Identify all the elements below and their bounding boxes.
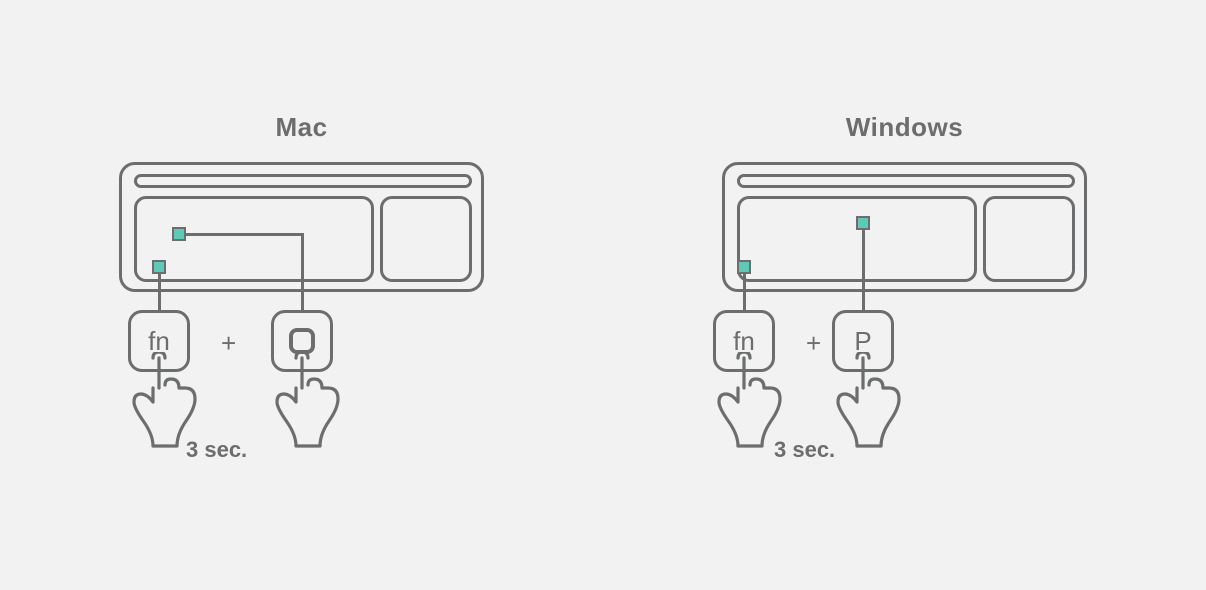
keyboard-keys-area [737,196,977,282]
heading-mac: Mac [0,112,603,143]
keyboard-outline-windows [722,162,1087,292]
connector-line [158,274,161,312]
plus-symbol: + [221,328,236,359]
heading-windows: Windows [603,112,1206,143]
key-marker-o-icon [172,227,186,241]
keyboard-top-bar [134,174,472,188]
connector-line [186,233,304,236]
keyboard-top-bar [737,174,1075,188]
connector-line [301,233,304,312]
key-marker-p-icon [856,216,870,230]
keyboard-numpad-area [380,196,472,282]
hand-press-icon [252,352,352,462]
key-marker-fn-icon [737,260,751,274]
connector-line [862,230,865,312]
keyboard-keys-area [134,196,374,282]
duration-label-mac: 3 sec. [186,437,247,463]
duration-label-windows: 3 sec. [774,437,835,463]
panel-mac: Mac fn + [0,0,603,590]
connector-line [743,274,746,312]
keyboard-numpad-area [983,196,1075,282]
key-marker-fn-icon [152,260,166,274]
key-o-glyph-icon [289,328,315,354]
panel-windows: Windows fn + P [603,0,1206,590]
